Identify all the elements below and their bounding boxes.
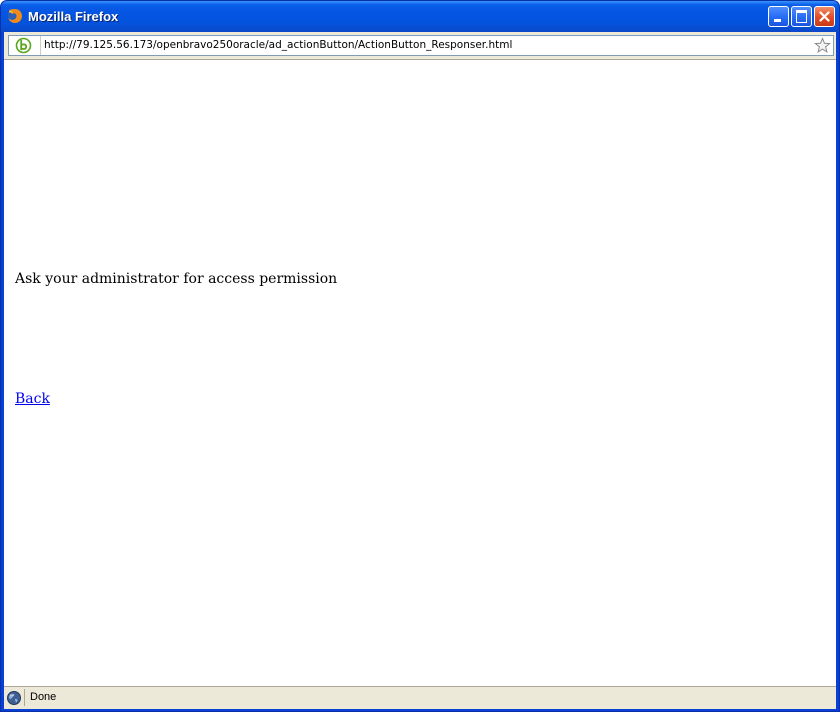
status-bar: Done bbox=[4, 686, 836, 709]
browser-frame: http://79.125.56.173/openbravo250oracle/… bbox=[4, 32, 836, 709]
url-text[interactable]: http://79.125.56.173/openbravo250oracle/… bbox=[44, 39, 512, 51]
close-icon bbox=[819, 11, 830, 22]
star-icon[interactable] bbox=[814, 37, 831, 54]
url-divider bbox=[40, 36, 41, 55]
title-bar[interactable]: Mozilla Firefox bbox=[1, 1, 839, 32]
url-field[interactable]: http://79.125.56.173/openbravo250oracle/… bbox=[8, 35, 834, 56]
minimize-button[interactable] bbox=[768, 6, 789, 27]
access-message: Ask your administrator for access permis… bbox=[15, 271, 338, 287]
page-content: Ask your administrator for access permis… bbox=[4, 60, 836, 686]
status-divider bbox=[24, 689, 25, 706]
maximize-button[interactable] bbox=[791, 6, 812, 27]
address-bar: http://79.125.56.173/openbravo250oracle/… bbox=[4, 32, 836, 60]
openbravo-favicon-icon[interactable] bbox=[15, 37, 32, 54]
back-link[interactable]: Back bbox=[15, 391, 50, 407]
globe-icon bbox=[6, 690, 22, 706]
window-title: Mozilla Firefox bbox=[28, 9, 119, 24]
status-text: Done bbox=[30, 691, 57, 703]
browser-window: Mozilla Firefox http://79.125.56.173/ope… bbox=[0, 0, 840, 712]
firefox-icon bbox=[7, 8, 23, 24]
close-button[interactable] bbox=[814, 6, 835, 27]
